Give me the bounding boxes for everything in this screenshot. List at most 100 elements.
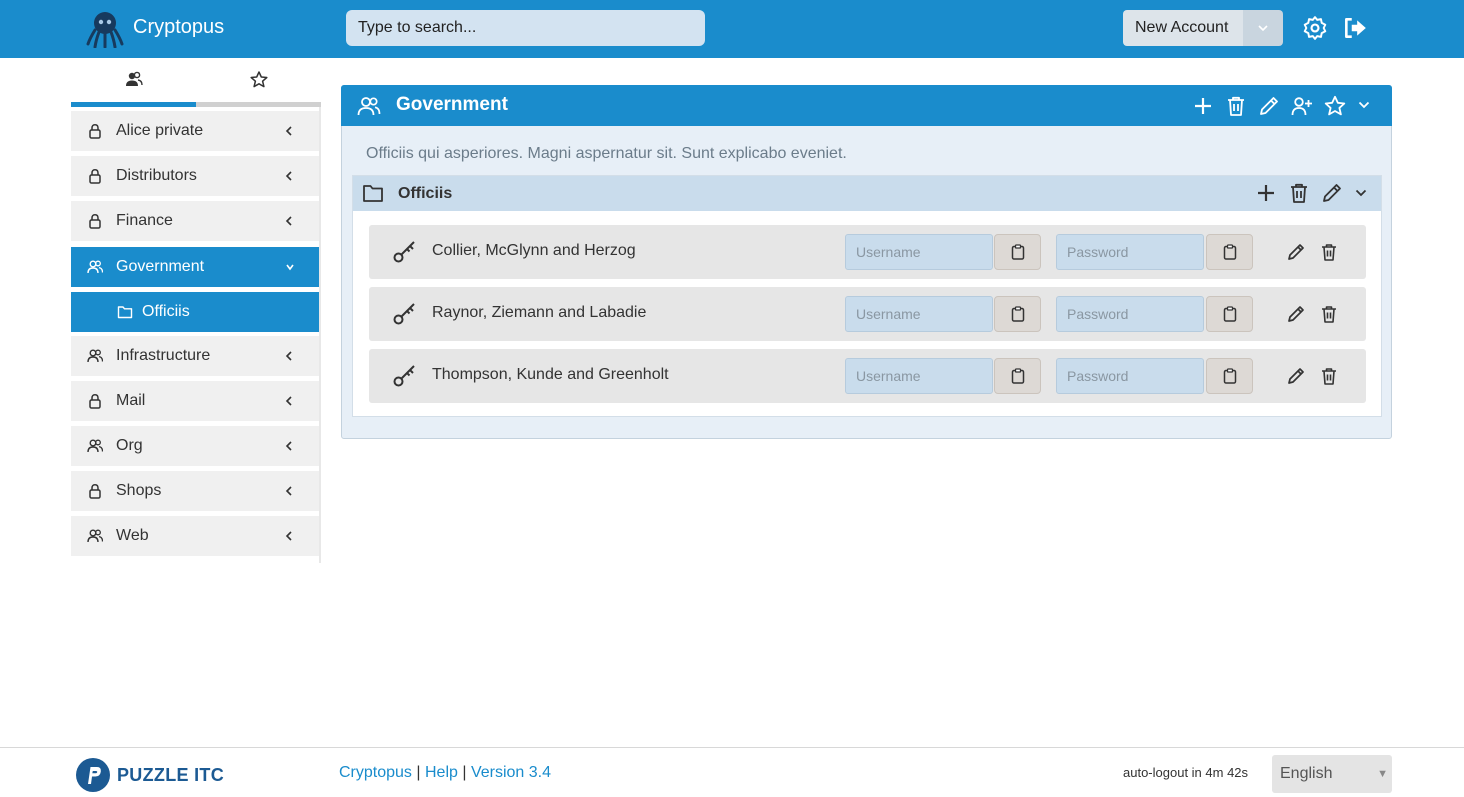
add-icon[interactable] bbox=[1192, 95, 1214, 117]
sidebar-item-org[interactable]: Org bbox=[71, 426, 319, 466]
password-field[interactable]: Password bbox=[1056, 296, 1204, 332]
clipboard-icon bbox=[1011, 306, 1024, 322]
octopus-logo-icon[interactable] bbox=[86, 10, 124, 48]
footer-links: Cryptopus | Help | Version 3.4 bbox=[339, 764, 551, 782]
copy-password-button[interactable] bbox=[1206, 296, 1253, 332]
chevron-down-icon[interactable] bbox=[1354, 186, 1368, 200]
trash-icon[interactable] bbox=[1319, 242, 1339, 262]
folder-title: Officiis bbox=[398, 185, 453, 202]
chevron-left-icon bbox=[285, 351, 292, 361]
pencil-icon[interactable] bbox=[1286, 366, 1306, 386]
chevron-left-icon bbox=[285, 441, 292, 451]
new-account-dropdown-toggle[interactable] bbox=[1243, 10, 1283, 46]
sidebar-item-infrastructure[interactable]: Infrastructure bbox=[71, 336, 319, 376]
people-icon bbox=[357, 97, 381, 116]
pencil-icon[interactable] bbox=[1286, 304, 1306, 324]
star-icon[interactable] bbox=[1324, 95, 1346, 117]
username-field[interactable]: Username bbox=[845, 234, 993, 270]
add-member-icon[interactable] bbox=[1291, 95, 1313, 117]
team-panel: Government Officiis qui asperiores. Magn… bbox=[341, 85, 1392, 439]
chevron-left-icon bbox=[285, 396, 292, 406]
caret-down-icon: ▼ bbox=[1377, 768, 1388, 780]
copy-password-button[interactable] bbox=[1206, 358, 1253, 394]
copy-password-button[interactable] bbox=[1206, 234, 1253, 270]
footer-link-version[interactable]: Version 3.4 bbox=[471, 764, 551, 781]
chevron-down-icon bbox=[1258, 25, 1268, 32]
password-field[interactable]: Password bbox=[1056, 234, 1204, 270]
footer-separator: | bbox=[416, 764, 421, 781]
account-name[interactable]: Thompson, Kunde and Greenholt bbox=[432, 366, 669, 384]
footer-link-help[interactable]: Help bbox=[425, 764, 458, 781]
account-name[interactable]: Collier, McGlynn and Herzog bbox=[432, 242, 636, 260]
clipboard-icon bbox=[1223, 368, 1236, 384]
new-account-button[interactable]: New Account bbox=[1123, 10, 1243, 46]
sidebar-item-label: Mail bbox=[116, 392, 146, 409]
gear-icon[interactable] bbox=[1302, 15, 1328, 41]
sidebar-item-officiis[interactable]: Officiis bbox=[71, 292, 319, 332]
people-icon bbox=[87, 529, 103, 543]
trash-icon[interactable] bbox=[1319, 304, 1339, 324]
copy-username-button[interactable] bbox=[994, 296, 1041, 332]
sidebar-item-alice-private[interactable]: Alice private bbox=[71, 111, 319, 151]
sidebar-item-label: Finance bbox=[116, 212, 173, 229]
logout-icon[interactable] bbox=[1342, 15, 1368, 41]
key-icon bbox=[393, 241, 415, 263]
account-row[interactable]: Raynor, Ziemann and Labadie Username Pas… bbox=[369, 287, 1366, 341]
puzzle-itc-logo-icon bbox=[76, 758, 110, 792]
sidebar-team-list: Alice private Distributors Finance Gover… bbox=[71, 107, 321, 563]
footer: PUZZLE ITC Cryptopus | Help | Version 3.… bbox=[0, 747, 1464, 797]
password-field[interactable]: Password bbox=[1056, 358, 1204, 394]
sidebar-item-label: Shops bbox=[116, 482, 162, 499]
chevron-left-icon bbox=[285, 216, 292, 226]
language-select[interactable]: English ▼ bbox=[1272, 755, 1392, 793]
autologout-timer: auto-logout in 4m 42s bbox=[1123, 765, 1249, 780]
account-row[interactable]: Thompson, Kunde and Greenholt Username P… bbox=[369, 349, 1366, 403]
chevron-left-icon bbox=[285, 126, 292, 136]
chevron-left-icon bbox=[285, 486, 292, 496]
chevron-down-icon[interactable] bbox=[1357, 98, 1371, 112]
folder-header[interactable]: Officiis bbox=[353, 176, 1381, 211]
username-field[interactable]: Username bbox=[845, 358, 993, 394]
sidebar-item-label: Org bbox=[116, 437, 143, 454]
sidebar-item-label: Government bbox=[116, 258, 205, 275]
add-icon[interactable] bbox=[1255, 182, 1277, 204]
footer-link-cryptopus[interactable]: Cryptopus bbox=[339, 764, 412, 781]
sidebar-item-finance[interactable]: Finance bbox=[71, 201, 319, 241]
pencil-icon[interactable] bbox=[1258, 95, 1280, 117]
search-input[interactable] bbox=[346, 10, 705, 46]
sidebar-item-shops[interactable]: Shops bbox=[71, 471, 319, 511]
tab-teams[interactable] bbox=[71, 62, 196, 107]
sidebar-item-mail[interactable]: Mail bbox=[71, 381, 319, 421]
language-select-value: English bbox=[1280, 765, 1333, 782]
account-row[interactable]: Collier, McGlynn and Herzog Username Pas… bbox=[369, 225, 1366, 279]
people-icon bbox=[87, 349, 103, 363]
chevron-left-icon bbox=[285, 171, 292, 181]
copy-username-button[interactable] bbox=[994, 234, 1041, 270]
people-icon bbox=[87, 439, 103, 453]
account-name[interactable]: Raynor, Ziemann and Labadie bbox=[432, 304, 646, 322]
chevron-down-icon bbox=[286, 264, 294, 271]
lock-icon bbox=[89, 394, 101, 409]
key-icon bbox=[393, 303, 415, 325]
lock-icon bbox=[89, 124, 101, 139]
copy-username-button[interactable] bbox=[994, 358, 1041, 394]
sidebar-item-label: Distributors bbox=[116, 167, 197, 184]
trash-icon[interactable] bbox=[1225, 95, 1247, 117]
folder-icon bbox=[363, 185, 383, 202]
people-icon bbox=[87, 260, 103, 274]
tab-favourites[interactable] bbox=[196, 62, 321, 107]
team-panel-header: Government bbox=[341, 85, 1392, 126]
app-title[interactable]: Cryptopus bbox=[133, 16, 224, 39]
pencil-icon[interactable] bbox=[1286, 242, 1306, 262]
trash-icon[interactable] bbox=[1319, 366, 1339, 386]
team-title: Government bbox=[396, 94, 508, 115]
pencil-icon[interactable] bbox=[1321, 182, 1343, 204]
sidebar-item-web[interactable]: Web bbox=[71, 516, 319, 556]
sidebar-item-label: Officiis bbox=[142, 303, 190, 320]
sidebar-item-distributors[interactable]: Distributors bbox=[71, 156, 319, 196]
lock-icon bbox=[89, 214, 101, 229]
sidebar-item-government[interactable]: Government bbox=[71, 247, 319, 287]
clipboard-icon bbox=[1223, 306, 1236, 322]
trash-icon[interactable] bbox=[1288, 182, 1310, 204]
username-field[interactable]: Username bbox=[845, 296, 993, 332]
